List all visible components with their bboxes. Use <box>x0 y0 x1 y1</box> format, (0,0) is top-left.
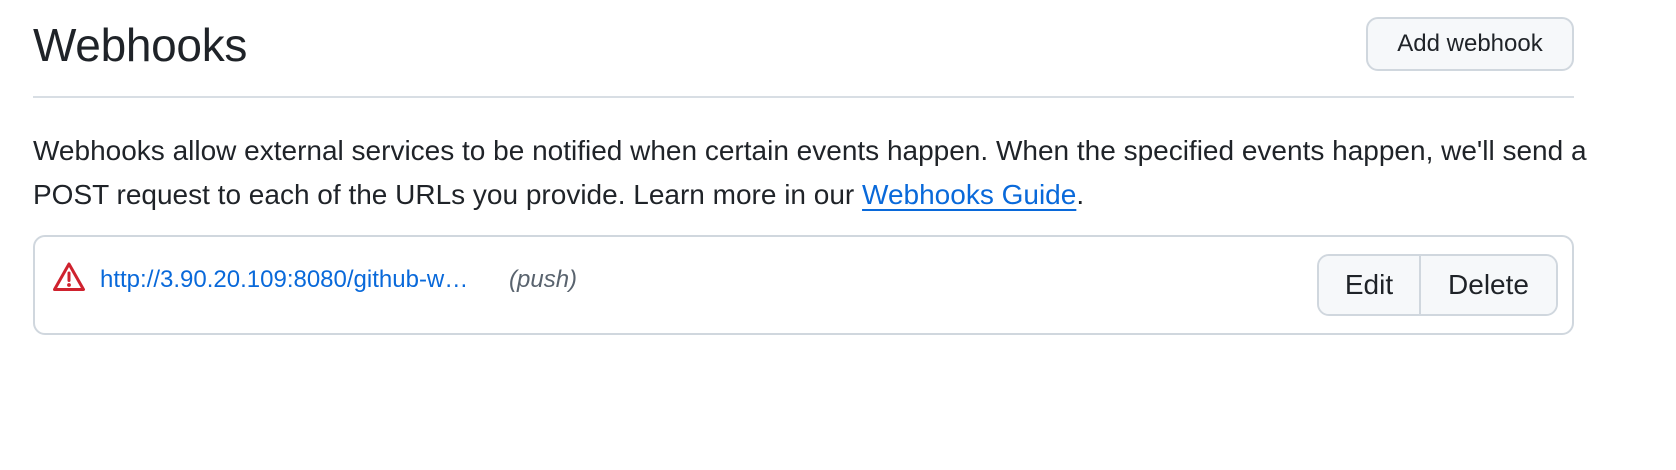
webhook-list-item: http://3.90.20.109:8080/github-w… (push)… <box>33 235 1574 335</box>
page-title: Webhooks <box>33 19 248 71</box>
webhooks-page: Webhooks Add webhook Webhooks allow exte… <box>33 0 1587 335</box>
edit-webhook-button[interactable]: Edit <box>1319 256 1421 314</box>
page-header: Webhooks Add webhook <box>33 0 1574 98</box>
description-period: . <box>1076 179 1085 210</box>
add-webhook-button[interactable]: Add webhook <box>1366 17 1574 71</box>
webhook-events: (push) <box>509 266 578 293</box>
webhook-url-link[interactable]: http://3.90.20.109:8080/github-w… <box>100 265 468 295</box>
alert-triangle-icon <box>53 262 85 291</box>
webhooks-guide-link[interactable]: Webhooks Guide <box>862 179 1076 210</box>
delete-webhook-button[interactable]: Delete <box>1421 256 1556 314</box>
webhooks-description: Webhooks allow external services to be n… <box>33 129 1593 217</box>
description-text: Webhooks allow external services to be n… <box>33 135 1587 210</box>
webhook-actions: Edit Delete <box>1317 254 1558 316</box>
